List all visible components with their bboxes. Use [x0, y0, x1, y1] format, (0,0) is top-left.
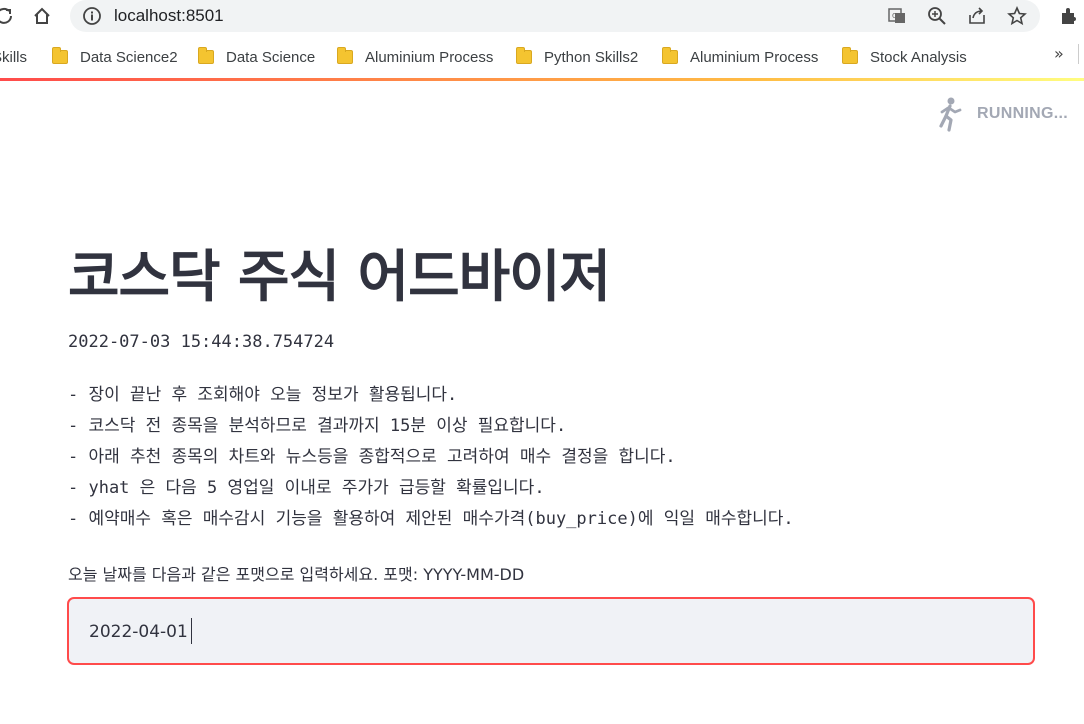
instruction-line: - yhat 은 다음 5 영업일 이내로 주가가 급등할 확률입니다.: [68, 478, 545, 498]
zoom-icon[interactable]: [926, 5, 948, 27]
site-info-icon[interactable]: [82, 6, 102, 26]
bookmark-label: Data Science: [226, 48, 316, 66]
bookmark-label: Aluminium Process: [365, 48, 494, 66]
address-bar[interactable]: localhost:8501 G: [70, 0, 1040, 32]
date-input[interactable]: [89, 619, 989, 645]
extensions-icon[interactable]: [1056, 4, 1080, 28]
bookmark-item[interactable]: Python Skills2: [516, 46, 638, 68]
bookmark-label: Python Skills2: [544, 48, 639, 66]
url-text[interactable]: localhost:8501: [114, 6, 224, 26]
bookmarks-divider: [1078, 44, 1079, 64]
svg-text:G: G: [892, 12, 897, 20]
header-decoration-bar: [0, 78, 1084, 81]
status-label: RUNNING...: [977, 105, 1068, 122]
home-icon[interactable]: [30, 4, 54, 28]
bookmark-star-icon[interactable]: [1006, 5, 1028, 27]
more-bookmarks-button[interactable]: »: [1054, 44, 1064, 63]
page-title: 코스닥 주식 어드바이저: [68, 245, 611, 310]
bookmark-item[interactable]: Data Science: [198, 46, 315, 68]
bookmark-item[interactable]: Aluminium Process: [337, 46, 493, 68]
folder-icon: [337, 47, 353, 64]
folder-icon: [662, 47, 678, 64]
instruction-line: - 예약매수 혹은 매수감시 기능을 활용하여 제안된 매수가격(buy_pri…: [68, 509, 794, 529]
bookmark-item[interactable]: Aluminium Process: [662, 46, 818, 68]
instruction-line: - 아래 추천 종목의 차트와 뉴스등을 종합적으로 고려하여 매수 결정을 합…: [68, 447, 676, 467]
bookmark-item[interactable]: Skills: [0, 46, 27, 68]
bookmarks-bar: Skills Data Science2 Data Science Alumin…: [0, 38, 1084, 74]
bookmark-item[interactable]: Stock Analysis: [842, 46, 967, 68]
bookmark-item[interactable]: Data Science2: [52, 46, 178, 68]
bookmark-label: Stock Analysis: [870, 48, 967, 66]
text-caret: [191, 618, 192, 644]
bookmark-label: Data Science2: [80, 48, 178, 66]
date-input-label: 오늘 날짜를 다음과 같은 포맷으로 입력하세요. 포맷: YYYY-MM-DD: [68, 565, 525, 584]
running-man-icon: [933, 96, 965, 132]
instruction-line: - 장이 끝난 후 조회해야 오늘 정보가 활용됩니다.: [68, 385, 458, 405]
folder-icon: [516, 47, 532, 64]
folder-icon: [842, 47, 858, 64]
instructions-list: - 장이 끝난 후 조회해야 오늘 정보가 활용됩니다. - 코스닥 전 종목을…: [68, 384, 794, 539]
share-icon[interactable]: [966, 5, 988, 27]
folder-icon: [52, 47, 68, 64]
browser-toolbar: localhost:8501 G: [0, 0, 1084, 36]
date-input-container[interactable]: [67, 597, 1035, 665]
folder-icon: [198, 47, 214, 64]
bookmark-label: Aluminium Process: [690, 48, 819, 66]
reload-icon[interactable]: [0, 4, 16, 28]
translate-icon[interactable]: G: [886, 5, 908, 27]
timestamp-text: 2022-07-03 15:44:38.754724: [68, 332, 335, 352]
running-status: RUNNING...: [933, 96, 1068, 132]
bookmark-label: Skills: [0, 48, 28, 66]
instruction-line: - 코스닥 전 종목을 분석하므로 결과까지 15분 이상 필요합니다.: [68, 416, 567, 436]
